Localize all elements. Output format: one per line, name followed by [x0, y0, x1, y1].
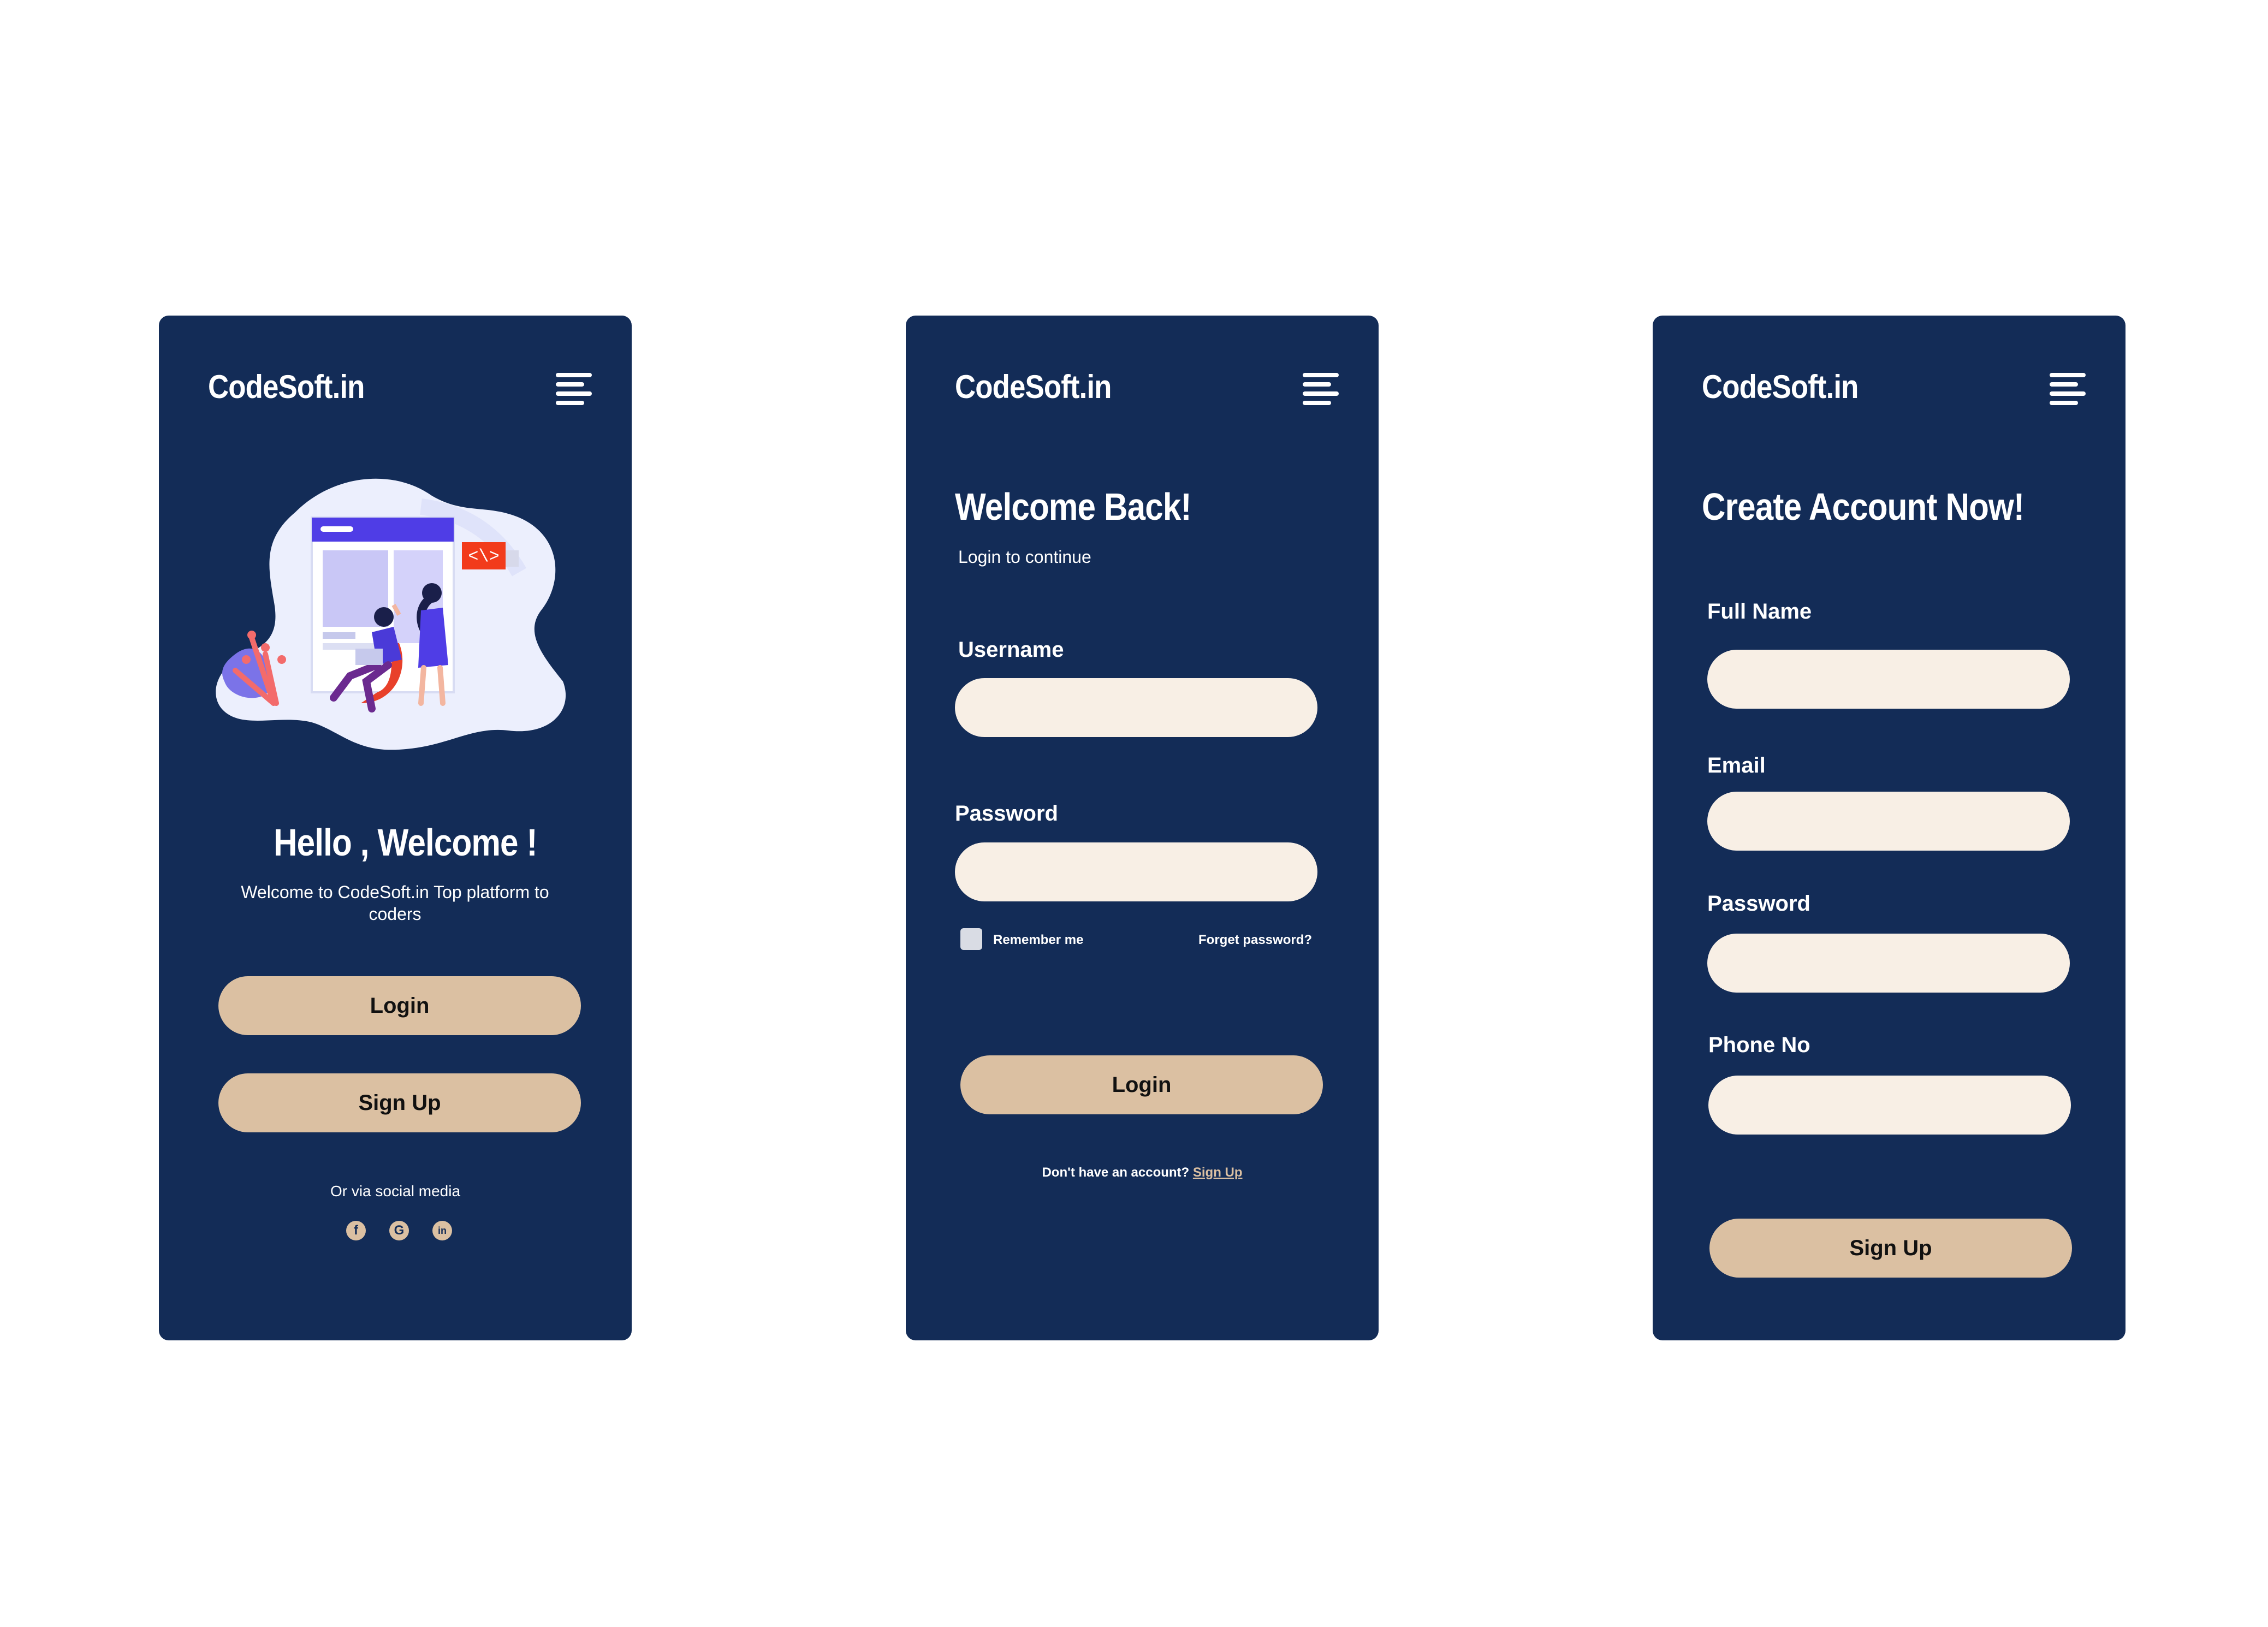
linkedin-icon[interactable]: in [432, 1221, 452, 1240]
username-input[interactable] [955, 678, 1317, 737]
login-screen: CodeSoft.in Welcome Back! Login to conti… [906, 316, 1379, 1340]
email-input[interactable] [1707, 792, 2070, 851]
social-caption: Or via social media [330, 1183, 461, 1200]
welcome-screen: CodeSoft.in <\> Hello , Welcome ! Welcom… [159, 316, 632, 1340]
login-subtitle: Login to continue [958, 547, 1091, 567]
signup-link[interactable]: Sign Up [1193, 1165, 1243, 1180]
facebook-icon[interactable]: f [346, 1221, 366, 1240]
remember-me-checkbox[interactable] [960, 928, 982, 950]
phone-label: Phone No [1708, 1033, 1810, 1057]
brand-logo: CodeSoft.in [208, 369, 365, 405]
forgot-password-link[interactable]: Forget password? [1198, 933, 1312, 948]
fullname-input[interactable] [1707, 650, 2070, 709]
signup-button[interactable]: Sign Up [218, 1073, 581, 1132]
hamburger-menu-icon[interactable] [1303, 373, 1339, 406]
code-tag-icon: <\> [468, 547, 500, 567]
login-button[interactable]: Login [960, 1055, 1323, 1114]
login-button[interactable]: Login [218, 976, 581, 1035]
welcome-subtitle: Welcome to CodeSoft.in Top platform to c… [241, 882, 549, 924]
password-label: Password [955, 801, 1058, 826]
no-account-text: Don't have an account? [1042, 1165, 1190, 1180]
hamburger-menu-icon[interactable] [556, 373, 592, 406]
fullname-label: Full Name [1707, 599, 1812, 624]
signup-title: Create Account Now! [1702, 485, 2024, 528]
password-input[interactable] [955, 842, 1317, 901]
brand-logo: CodeSoft.in [1702, 369, 1859, 405]
remember-me-label: Remember me [993, 933, 1084, 947]
welcome-title: Hello , Welcome ! [274, 821, 538, 864]
brand-logo: CodeSoft.in [955, 369, 1112, 405]
password-label: Password [1707, 892, 1810, 916]
password-input[interactable] [1707, 934, 2070, 993]
signup-screen: CodeSoft.in Create Account Now! Full Nam… [1653, 316, 2125, 1340]
email-label: Email [1707, 753, 1766, 777]
coding-illustration: <\> [216, 478, 566, 750]
username-label: Username [958, 638, 1064, 662]
signup-button[interactable]: Sign Up [1709, 1219, 2072, 1278]
login-title: Welcome Back! [955, 485, 1192, 528]
signup-prompt: Don't have an account? Sign Up [906, 1165, 1379, 1180]
phone-input[interactable] [1708, 1076, 2071, 1135]
google-icon[interactable]: G [389, 1221, 409, 1240]
hamburger-menu-icon[interactable] [2050, 373, 2086, 406]
